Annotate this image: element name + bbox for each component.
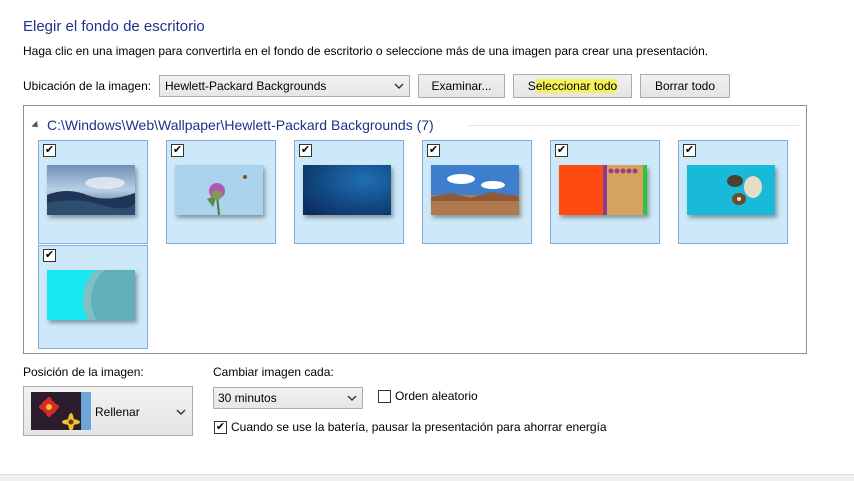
- wallpaper-thumb-blue[interactable]: ✔: [294, 140, 404, 244]
- check-icon: ✔: [556, 144, 567, 156]
- check-icon: ✔: [428, 144, 439, 156]
- page-title: Elegir el fondo de escritorio: [23, 18, 205, 35]
- check-icon: ✔: [44, 249, 55, 261]
- battery-pause-checkbox[interactable]: ✔ Cuando se use la batería, pausar la pr…: [214, 420, 607, 434]
- select-all-button[interactable]: Seleccionar todo: [513, 74, 632, 98]
- position-preview-image: [31, 392, 91, 430]
- gallery-group-title: C:\Windows\Web\Wallpaper\Hewlett-Packard…: [47, 117, 434, 133]
- position-select-value: Rellenar: [95, 405, 140, 419]
- wallpaper-image-stones: [687, 165, 775, 215]
- clear-all-button[interactable]: Borrar todo: [640, 74, 730, 98]
- wallpaper-image-thistle: [175, 165, 263, 215]
- thumb-checkbox[interactable]: ✔: [555, 144, 568, 157]
- chevron-down-icon: [394, 83, 404, 89]
- interval-select[interactable]: 30 minutos: [213, 387, 363, 409]
- shuffle-checkbox-box[interactable]: [378, 389, 391, 403]
- clear-all-button-label: Borrar todo: [654, 79, 716, 93]
- thumb-checkbox[interactable]: ✔: [43, 249, 56, 262]
- battery-checkbox-box[interactable]: ✔: [214, 420, 227, 434]
- select-all-label-prefix: S: [527, 79, 536, 93]
- gallery-group-header[interactable]: C:\Windows\Web\Wallpaper\Hewlett-Packard…: [31, 117, 434, 133]
- wallpaper-gallery[interactable]: C:\Windows\Web\Wallpaper\Hewlett-Packard…: [23, 105, 807, 354]
- wallpaper-thumb-desert[interactable]: ✔: [422, 140, 532, 244]
- position-select[interactable]: Rellenar: [23, 386, 193, 436]
- wallpaper-image-desert: [431, 165, 519, 215]
- wallpaper-thumb-stones[interactable]: ✔: [678, 140, 788, 244]
- wallpaper-image-pool: [47, 270, 135, 320]
- position-label: Posición de la imagen:: [23, 365, 144, 379]
- collapse-triangle-icon[interactable]: [31, 120, 41, 130]
- wallpaper-thumb-pool[interactable]: ✔: [38, 245, 148, 349]
- wallpaper-thumb-matches[interactable]: ✔: [550, 140, 660, 244]
- thumb-checkbox[interactable]: ✔: [43, 144, 56, 157]
- thumb-checkbox[interactable]: ✔: [683, 144, 696, 157]
- check-icon: ✔: [215, 420, 226, 433]
- wallpaper-thumb-thistle[interactable]: ✔: [166, 140, 276, 244]
- shuffle-checkbox-label: Orden aleatorio: [395, 389, 478, 403]
- browse-button[interactable]: Examinar...: [418, 74, 505, 98]
- browse-button-label: Examinar...: [431, 79, 492, 93]
- wallpaper-image-coast: [47, 165, 135, 215]
- page-description: Haga clic en una imagen para convertirla…: [23, 44, 709, 58]
- thumb-checkbox[interactable]: ✔: [427, 144, 440, 157]
- select-all-label-highlight: eleccionar todo: [535, 79, 618, 93]
- battery-checkbox-label: Cuando se use la batería, pausar la pres…: [231, 420, 607, 434]
- thumb-checkbox[interactable]: ✔: [171, 144, 184, 157]
- location-select[interactable]: Hewlett-Packard Backgrounds: [159, 75, 410, 97]
- chevron-down-icon: [347, 395, 357, 401]
- location-label: Ubicación de la imagen:: [23, 79, 152, 93]
- wallpaper-image-blue: [303, 165, 391, 215]
- interval-label: Cambiar imagen cada:: [213, 365, 334, 379]
- interval-select-value: 30 minutos: [218, 391, 277, 405]
- check-icon: ✔: [300, 144, 311, 156]
- footer-bar: [0, 474, 854, 481]
- check-icon: ✔: [172, 144, 183, 156]
- group-divider: [469, 125, 799, 126]
- check-icon: ✔: [684, 144, 695, 156]
- wallpaper-thumb-coast[interactable]: ✔: [38, 140, 148, 244]
- wallpaper-image-matches: [559, 165, 647, 215]
- shuffle-checkbox[interactable]: Orden aleatorio: [378, 389, 478, 403]
- thumb-checkbox[interactable]: ✔: [299, 144, 312, 157]
- location-select-value: Hewlett-Packard Backgrounds: [165, 79, 327, 93]
- chevron-down-icon: [176, 409, 186, 415]
- check-icon: ✔: [44, 144, 55, 156]
